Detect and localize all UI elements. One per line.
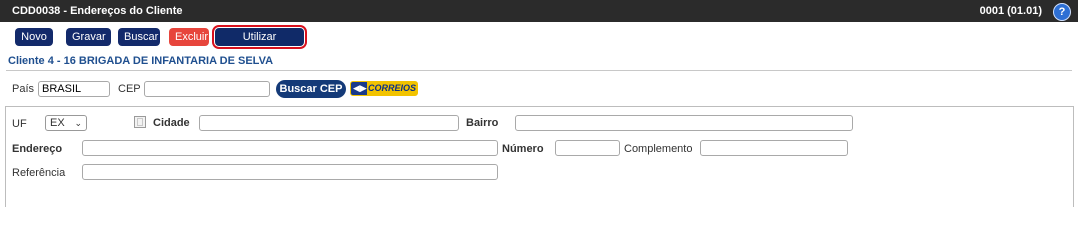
gravar-button[interactable]: Gravar [66, 28, 111, 46]
numero-label: Número [502, 143, 544, 155]
cidade-input[interactable] [199, 115, 459, 131]
cidade-checkbox[interactable] [134, 116, 146, 128]
screen-code: 0001 (01.01) [979, 5, 1042, 17]
correios-arrows-icon: ◀▶ [353, 83, 367, 93]
chevron-down-icon: ⌄ [74, 118, 82, 128]
bairro-label: Bairro [466, 117, 499, 129]
uf-label: UF [12, 118, 27, 130]
correios-wordmark: CORREIOS [367, 82, 417, 95]
excluir-button[interactable]: Excluir [169, 28, 209, 46]
buscar-cep-button[interactable]: Buscar CEP [276, 80, 346, 98]
complemento-input[interactable] [700, 140, 848, 156]
uf-select[interactable]: EX ⌄ [45, 115, 87, 131]
checkbox-box-icon [137, 118, 143, 126]
complemento-label: Complemento [624, 143, 693, 155]
referencia-label: Referência [12, 167, 66, 179]
title-bar: CDD0038 - Endereços do Cliente 0001 (01.… [0, 0, 1078, 22]
cep-input[interactable] [144, 81, 270, 97]
endereco-input[interactable] [82, 140, 498, 156]
endereco-label: Endereço [12, 143, 63, 155]
correios-logo[interactable]: ◀▶ CORREIOS [350, 81, 418, 96]
cidade-label: Cidade [153, 117, 190, 129]
pais-label: País [12, 83, 35, 95]
window-title: CDD0038 - Endereços do Cliente [12, 5, 183, 17]
uf-select-value: EX [50, 117, 65, 129]
novo-button[interactable]: Novo [15, 28, 53, 46]
utilizar-endereco-button[interactable]: Utilizar Endereço [212, 25, 307, 61]
divider [6, 70, 1072, 71]
help-icon[interactable]: ? [1053, 3, 1071, 21]
bairro-input[interactable] [515, 115, 853, 131]
referencia-input[interactable] [82, 164, 498, 180]
buscar-button[interactable]: Buscar [118, 28, 160, 46]
numero-input[interactable] [555, 140, 620, 156]
pais-input[interactable]: BRASIL [38, 81, 110, 97]
cep-label: CEP [118, 83, 141, 95]
client-heading: Cliente 4 - 16 BRIGADA DE INFANTARIA DE … [8, 55, 274, 67]
